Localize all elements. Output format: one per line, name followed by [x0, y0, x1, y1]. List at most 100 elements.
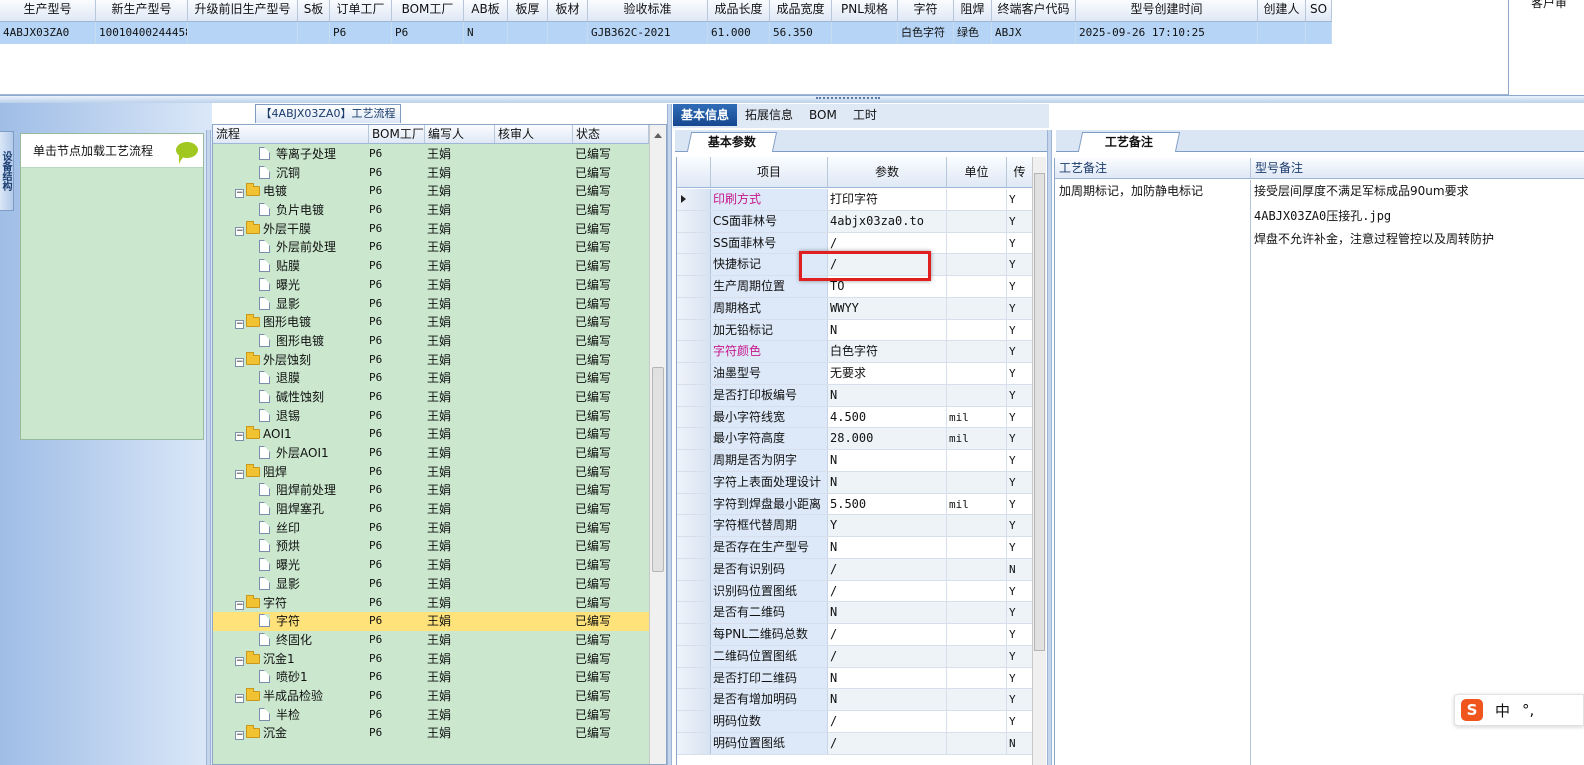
tree-node[interactable]: 丝印: [213, 519, 369, 538]
right-splitter[interactable]: [1047, 130, 1052, 765]
param-value[interactable]: /: [828, 711, 947, 732]
param-row[interactable]: 字符上表面处理设计 N Y: [677, 471, 1032, 494]
param-row[interactable]: 油墨型号 无要求 Y: [677, 363, 1032, 385]
param-row[interactable]: 是否打印二维码 N Y: [677, 667, 1032, 690]
collapse-icon[interactable]: −: [235, 731, 244, 741]
tree-row[interactable]: 沉铜 P6 王娟 已编写: [213, 164, 649, 183]
param-column-header[interactable]: 参数: [828, 157, 947, 187]
tree-node[interactable]: 曝光: [213, 556, 369, 575]
tab-work-hours[interactable]: 工时: [845, 104, 885, 126]
param-row[interactable]: 周期格式 WWYY Y: [677, 297, 1032, 320]
tree-row[interactable]: 预烘 P6 王娟 已编写: [213, 537, 649, 556]
tree-row[interactable]: − 沉金1 P6 王娟 已编写: [213, 650, 649, 669]
row-header[interactable]: [677, 363, 711, 384]
column-header[interactable]: 型号创建时间: [1076, 0, 1258, 22]
side-tab[interactable]: 设备结构: [0, 131, 14, 211]
tree-row[interactable]: − 沉金 P6 王娟 已编写: [213, 724, 649, 743]
param-row[interactable]: 二维码位置图纸 / Y: [677, 645, 1032, 668]
grid-cell[interactable]: P6: [392, 22, 464, 44]
row-header[interactable]: [677, 667, 711, 689]
row-header[interactable]: [677, 232, 711, 254]
model-grid-row[interactable]: 4ABJX03ZA0 10010400244458 P6 P6 N GJB362C-202…: [0, 22, 1332, 44]
grid-cell[interactable]: 56.350: [770, 22, 832, 44]
param-row[interactable]: 字符到焊盘最小距离 5.500 mil Y: [677, 493, 1032, 516]
tree-node[interactable]: 退膜: [213, 369, 369, 388]
tree-node[interactable]: 半检: [213, 706, 369, 725]
row-header[interactable]: [677, 406, 711, 428]
tree-row[interactable]: 退膜 P6 王娟 已编写: [213, 369, 649, 388]
tree-row[interactable]: 外层前处理 P6 王娟 已编写: [213, 238, 649, 257]
tree-row[interactable]: 阻焊前处理 P6 王娟 已编写: [213, 481, 649, 500]
param-value[interactable]: /: [828, 580, 947, 602]
param-scrollbar[interactable]: [1032, 157, 1046, 765]
middle-splitter[interactable]: [667, 104, 672, 765]
ime-punct-toggle[interactable]: °,: [1522, 701, 1534, 719]
row-header[interactable]: [677, 537, 711, 558]
tree-row[interactable]: − 半成品检验 P6 王娟 已编写: [213, 687, 649, 706]
param-row[interactable]: 加无铅标记 N Y: [677, 319, 1032, 342]
column-header[interactable]: 成品长度: [708, 0, 770, 22]
tree-column-header[interactable]: BOM工厂: [369, 125, 425, 143]
row-header[interactable]: [677, 428, 711, 449]
row-header[interactable]: [677, 276, 711, 297]
param-value[interactable]: 打印字符: [828, 189, 947, 210]
row-header[interactable]: [677, 319, 711, 341]
column-header[interactable]: SO: [1306, 0, 1332, 22]
row-header[interactable]: [677, 624, 711, 645]
param-row[interactable]: 是否存在生产型号 N Y: [677, 537, 1032, 559]
param-value[interactable]: /: [828, 624, 947, 645]
row-header[interactable]: [677, 297, 711, 319]
grid-cell[interactable]: [298, 22, 330, 44]
param-value[interactable]: N: [828, 667, 947, 689]
column-header[interactable]: 字符: [898, 0, 954, 22]
grid-cell[interactable]: 绿色: [954, 22, 992, 44]
param-row[interactable]: 是否有增加明码 N Y: [677, 689, 1032, 711]
tree-node[interactable]: 贴膜: [213, 257, 369, 276]
row-header[interactable]: [677, 711, 711, 732]
tab-extended-info[interactable]: 拓展信息: [737, 104, 801, 126]
param-value[interactable]: N: [828, 689, 947, 710]
grid-cell[interactable]: 2025-09-26 17:10:25: [1076, 22, 1258, 44]
param-row[interactable]: 明码位数 / Y: [677, 711, 1032, 733]
tree-node[interactable]: − 外层干膜: [213, 220, 369, 239]
tree-node[interactable]: 预烘: [213, 537, 369, 556]
param-value[interactable]: /: [828, 558, 947, 580]
tree-row[interactable]: 阻焊塞孔 P6 王娟 已编写: [213, 500, 649, 519]
tree-node[interactable]: − 半成品检验: [213, 687, 369, 706]
current-row-indicator-icon[interactable]: [677, 189, 711, 210]
collapse-icon[interactable]: −: [235, 693, 244, 703]
tree-row[interactable]: 字符 P6 王娟 已编写: [213, 612, 649, 631]
tree-node[interactable]: 字符: [213, 612, 369, 631]
param-value[interactable]: 4.500: [828, 406, 947, 428]
param-value[interactable]: N: [828, 384, 947, 406]
tab-basic-info[interactable]: 基本信息: [673, 104, 738, 126]
ime-language-toggle[interactable]: 中: [1495, 700, 1510, 721]
param-row[interactable]: 明码位置图纸 / N: [677, 732, 1032, 755]
param-row[interactable]: 印刷方式 打印字符 Y: [677, 189, 1032, 211]
collapse-icon[interactable]: −: [235, 357, 244, 367]
tree-column-header[interactable]: 流程: [213, 125, 369, 143]
column-header[interactable]: 升级前旧生产型号: [188, 0, 298, 22]
collapse-icon[interactable]: −: [235, 600, 244, 610]
param-row[interactable]: 字符框代替周期 Y Y: [677, 515, 1032, 537]
collapse-icon[interactable]: −: [235, 320, 244, 330]
param-row[interactable]: CS面菲林号 4abjx03za0.to Y: [677, 210, 1032, 233]
tree-row[interactable]: − 字符 P6 王娟 已编写: [213, 594, 649, 613]
tree-row[interactable]: 外层AOI1 P6 王娟 已编写: [213, 444, 649, 463]
grid-cell[interactable]: ABJX: [992, 22, 1076, 44]
tree-row[interactable]: 丝印 P6 王娟 已编写: [213, 519, 649, 538]
grid-cell[interactable]: N: [464, 22, 508, 44]
tree-column-header[interactable]: 核审人: [495, 125, 573, 143]
tree-column-header[interactable]: 编写人: [425, 125, 495, 143]
horizontal-splitter[interactable]: [0, 95, 1584, 103]
column-header[interactable]: BOM工厂: [392, 0, 464, 22]
column-header[interactable]: 生产型号: [0, 0, 96, 22]
tree-node[interactable]: 外层AOI1: [213, 444, 369, 463]
row-header[interactable]: [677, 515, 711, 536]
tree-node[interactable]: − 电镀: [213, 182, 369, 201]
param-row[interactable]: 每PNL二维码总数 / Y: [677, 624, 1032, 646]
process-tree-scrollbar[interactable]: [649, 125, 666, 764]
row-header[interactable]: [677, 602, 711, 623]
column-header[interactable]: 板材: [548, 0, 588, 22]
tree-node[interactable]: 显影: [213, 575, 369, 594]
